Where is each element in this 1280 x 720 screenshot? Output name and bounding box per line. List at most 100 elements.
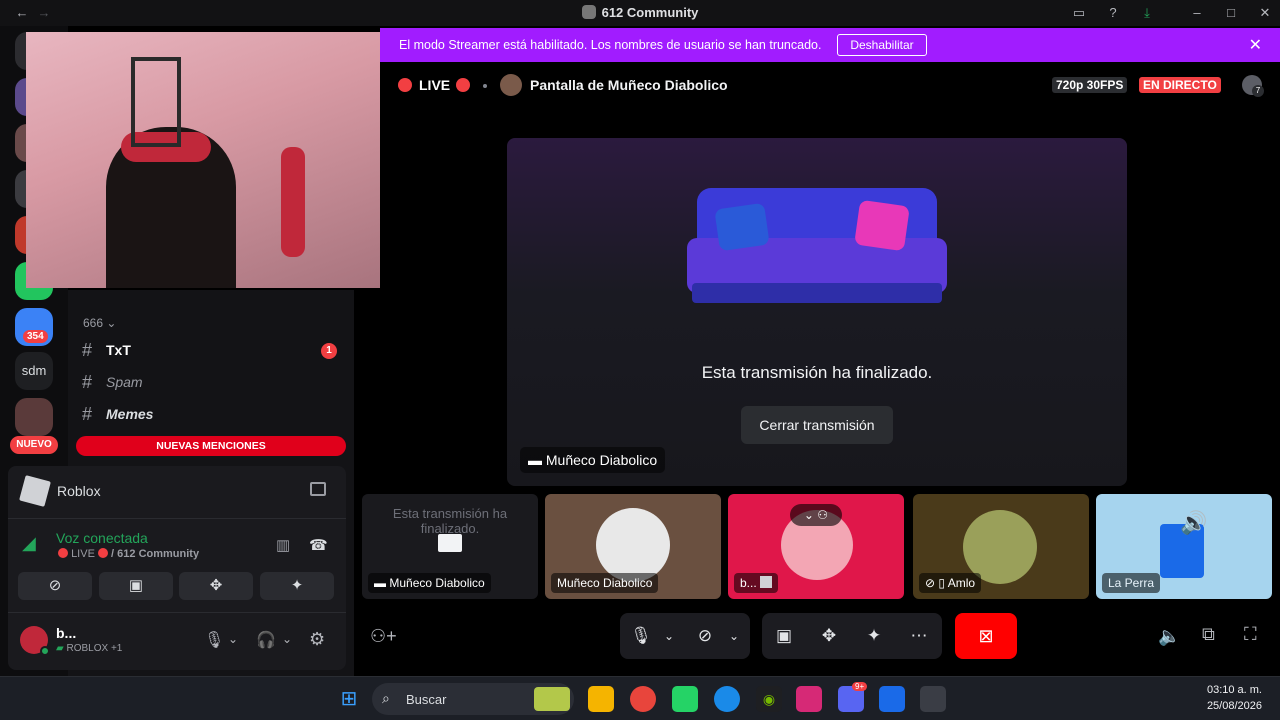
start-icon[interactable]: ⊞: [336, 686, 362, 712]
mic-icon[interactable]: 🎙: [204, 630, 224, 650]
live-dot-icon: [456, 78, 470, 92]
category-header[interactable]: 666 ⌄: [83, 316, 116, 330]
close-window-icon[interactable]: ✕: [1255, 3, 1275, 23]
camera-off-button[interactable]: ⊘: [18, 572, 92, 600]
file-explorer-icon[interactable]: [588, 686, 614, 712]
title-bar: ← → 612 Community ▭ ? ⤓ – □ ✕: [0, 0, 1280, 26]
server-icon: [581, 5, 596, 19]
tile-controls[interactable]: ⌄ ⚇: [790, 504, 842, 526]
stream-stage: Esta transmisión ha finalizado. Cerrar t…: [507, 138, 1127, 486]
disconnect-icon[interactable]: ☎: [309, 536, 328, 554]
banner-message: El modo Streamer está habilitado. Los no…: [399, 38, 822, 52]
viewer-count: 7: [1252, 85, 1264, 97]
search-box[interactable]: ⌕ Buscar: [372, 683, 574, 715]
mic-icon[interactable]: 🎙: [630, 625, 652, 647]
voice-status[interactable]: Voz conectada: [56, 530, 148, 546]
hash-icon: #: [82, 371, 93, 392]
tile-label: ⊘ ▯ Amlo: [919, 573, 982, 593]
activities-button[interactable]: ✥: [179, 572, 253, 600]
search-label: Buscar: [406, 692, 447, 707]
share-screen-button[interactable]: ▣: [99, 572, 173, 600]
separator-dot: [483, 84, 487, 88]
channel-memes[interactable]: # Memes: [82, 402, 153, 426]
maximize-icon[interactable]: □: [1221, 3, 1241, 23]
popout-icon[interactable]: ⧉: [1202, 624, 1215, 645]
activity-name: Roblox: [57, 483, 101, 499]
rail-badge: 354: [23, 330, 48, 343]
activity-controls: ▣ ✥ ✦ ⋯: [762, 613, 942, 659]
close-stream-button[interactable]: Cerrar transmisión: [741, 406, 893, 444]
roblox-icon: [760, 576, 773, 588]
tile-label: ▬ Muñeco Diabolico: [368, 573, 491, 593]
clock-time: 03:10 a. m.: [1206, 684, 1262, 696]
server-item-sdm[interactable]: sdm: [15, 352, 53, 390]
edge-icon[interactable]: [714, 686, 740, 712]
soundboard-button[interactable]: ✦: [260, 572, 334, 600]
gamepad-icon: ▰: [56, 643, 64, 654]
chrome-icon[interactable]: [630, 686, 656, 712]
new-mentions-bar[interactable]: NUEVAS MENCIONES: [76, 436, 346, 456]
webcam-door: [131, 57, 181, 147]
screen-icon: ▬: [374, 576, 386, 590]
close-banner-icon[interactable]: ✕: [1249, 35, 1262, 55]
search-icon: ⌕: [382, 690, 390, 706]
voice-subtitle: LIVE / 612 Community: [58, 548, 199, 560]
participant-tile[interactable]: Muñeco Diabolico: [545, 494, 721, 599]
divider: [8, 518, 346, 519]
inbox-icon[interactable]: ▭: [1069, 3, 1089, 23]
camera-off-icon[interactable]: ⊘: [694, 625, 716, 647]
headphones-icon[interactable]: 🎧: [256, 630, 276, 650]
nvidia-icon[interactable]: ◉: [756, 686, 782, 712]
invite-icon[interactable]: ⚇+: [370, 626, 397, 647]
leave-call-icon: ⊠: [978, 626, 994, 646]
live-dot-icon: [97, 548, 108, 558]
participant-tile[interactable]: ⊘ ▯ Amlo: [913, 494, 1089, 599]
quality-badge: 720p 30FPS: [1052, 77, 1128, 93]
activities-icon[interactable]: ✥: [818, 625, 840, 647]
voice-signal-icon: ◢: [22, 533, 36, 553]
minimize-icon[interactable]: –: [1187, 3, 1207, 23]
channel-txt[interactable]: # TxT: [82, 338, 131, 362]
camera-chevron-icon[interactable]: ⌄: [723, 625, 745, 647]
new-badge[interactable]: NUEVO: [10, 436, 58, 454]
divider: [8, 612, 346, 613]
roblox-app-icon[interactable]: [879, 686, 905, 712]
instagram-icon[interactable]: [796, 686, 822, 712]
settings-icon[interactable]: ⚙: [309, 629, 325, 650]
whatsapp-icon[interactable]: [672, 686, 698, 712]
webcam-bag: [281, 147, 305, 257]
fullscreen-icon[interactable]: ⛶: [1244, 624, 1257, 645]
participant-tile[interactable]: ⌄ ⚇ b...: [728, 494, 904, 599]
disable-streamer-button[interactable]: Deshabilitar: [837, 34, 927, 56]
volume-icon[interactable]: 🔈: [1158, 626, 1180, 647]
channel-spam[interactable]: # Spam: [82, 370, 143, 394]
participant-tile[interactable]: Esta transmisión ha finalizado. ▬ Muñeco…: [362, 494, 538, 599]
help-icon[interactable]: ?: [1103, 3, 1123, 23]
activity-stream-icon[interactable]: [310, 482, 326, 496]
webcam-overlay[interactable]: [26, 32, 380, 288]
mic-chevron-icon[interactable]: ⌄: [228, 632, 238, 646]
participant-tile[interactable]: 🔊 La Perra: [1096, 494, 1272, 599]
hash-icon: #: [82, 403, 93, 424]
hash-icon: #: [82, 339, 93, 360]
more-options-icon[interactable]: ⋯: [908, 625, 930, 647]
mic-chevron-icon[interactable]: ⌄: [658, 625, 680, 647]
discord-badge: 9+: [852, 682, 868, 691]
obs-icon[interactable]: [920, 686, 946, 712]
tile-label: b...: [734, 573, 779, 593]
leave-call-button[interactable]: ⊠: [955, 613, 1017, 659]
share-screen-icon[interactable]: ▣: [773, 625, 795, 647]
speaker-icon: 🔊: [1180, 510, 1208, 535]
screen-icon: ▬: [528, 452, 542, 468]
windows-taskbar: ⊞ ⌕ Buscar ◉ 9+ 03:10 a. m. 25/08/2026: [0, 676, 1280, 720]
media-controls: 🎙 ⌄ ⊘ ⌄: [620, 613, 750, 659]
download-icon[interactable]: ⤓: [1137, 3, 1157, 23]
voice-waveform-icon[interactable]: ▥: [276, 536, 290, 554]
streamer-mode-banner: El modo Streamer está habilitado. Los no…: [380, 28, 1280, 62]
soundboard-icon[interactable]: ✦: [863, 625, 885, 647]
search-widget-icon: [534, 687, 570, 711]
user-panel: Roblox ◢ Voz conectada LIVE / 612 Commun…: [8, 466, 346, 670]
server-item[interactable]: [15, 398, 53, 436]
live-dot-icon: [58, 548, 68, 558]
headphones-chevron-icon[interactable]: ⌄: [282, 632, 292, 646]
